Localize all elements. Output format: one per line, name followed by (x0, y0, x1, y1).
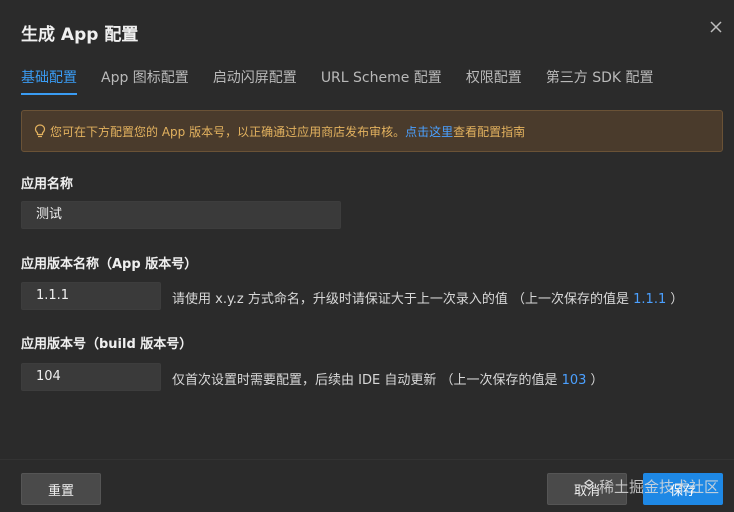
guide-link[interactable]: 点击这里 (405, 123, 453, 140)
close-icon[interactable] (706, 17, 726, 37)
reset-button[interactable]: 重置 (21, 473, 101, 505)
version-name-hint-end: ） (666, 292, 684, 307)
lightbulb-icon (34, 124, 46, 138)
dialog-title: 生成 App 配置 (21, 25, 139, 45)
version-notice-banner: 您可在下方配置您的 App 版本号，以正确通过应用商店发布审核。 点击这里 查看… (21, 110, 723, 152)
footer-divider (0, 459, 734, 460)
tab-permission-config[interactable]: 权限配置 (466, 67, 522, 95)
notice-text: 您可在下方配置您的 App 版本号，以正确通过应用商店发布审核。 (50, 124, 406, 139)
generate-app-config-dialog: 生成 App 配置 基础配置 App 图标配置 启动闪屏配置 URL Schem… (0, 0, 734, 512)
version-code-label: 应用版本号（build 版本号） (21, 337, 193, 352)
config-tabs: 基础配置 App 图标配置 启动闪屏配置 URL Scheme 配置 权限配置 … (21, 67, 734, 97)
version-code-last-value: 103 (561, 373, 587, 388)
tab-splash-config[interactable]: 启动闪屏配置 (213, 67, 297, 95)
version-code-hint: 仅首次设置时需要配置，后续由 IDE 自动更新 （上一次保存的值是 103 ） (172, 369, 604, 388)
version-name-input[interactable]: 1.1.1 (21, 282, 161, 310)
save-button[interactable]: 保存 (643, 473, 723, 505)
tab-app-icon-config[interactable]: App 图标配置 (101, 67, 189, 95)
cancel-button[interactable]: 取消 (547, 473, 627, 505)
version-code-hint-text: 仅首次设置时需要配置，后续由 IDE 自动更新 （上一次保存的值是 (172, 373, 562, 388)
tab-basic-config[interactable]: 基础配置 (21, 67, 77, 95)
notice-suffix: 查看配置指南 (453, 124, 526, 139)
version-code-hint-end: ） (586, 373, 604, 388)
tab-url-scheme-config[interactable]: URL Scheme 配置 (321, 67, 442, 95)
version-name-hint: 请使用 x.y.z 方式命名，升级时请保证大于上一次录入的值 （上一次保存的值是… (172, 288, 683, 307)
version-name-label: 应用版本名称（App 版本号） (21, 257, 198, 272)
version-name-hint-text: 请使用 x.y.z 方式命名，升级时请保证大于上一次录入的值 （上一次保存的值是 (172, 292, 634, 307)
version-code-input[interactable]: 104 (21, 363, 161, 391)
tab-third-party-sdk-config[interactable]: 第三方 SDK 配置 (546, 67, 654, 95)
app-name-label: 应用名称 (21, 177, 74, 192)
version-name-last-value: 1.1.1 (633, 292, 667, 307)
app-name-input[interactable]: 测试 (21, 201, 341, 229)
